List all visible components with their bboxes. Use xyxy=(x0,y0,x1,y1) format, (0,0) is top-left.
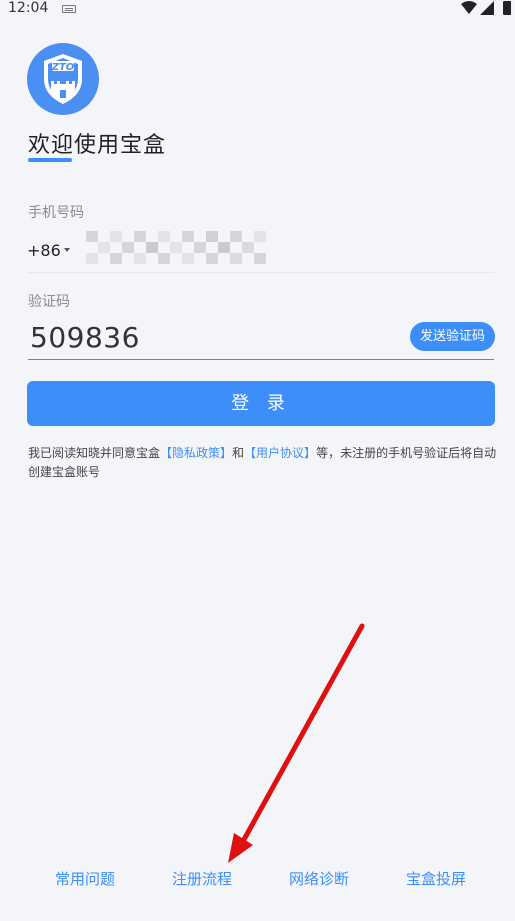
annotation-arrow xyxy=(228,623,365,863)
login-screen: 12:04 ZTO 欢迎使用宝盒 手机号码 +86 验证码 509836 发送验… xyxy=(0,0,515,921)
